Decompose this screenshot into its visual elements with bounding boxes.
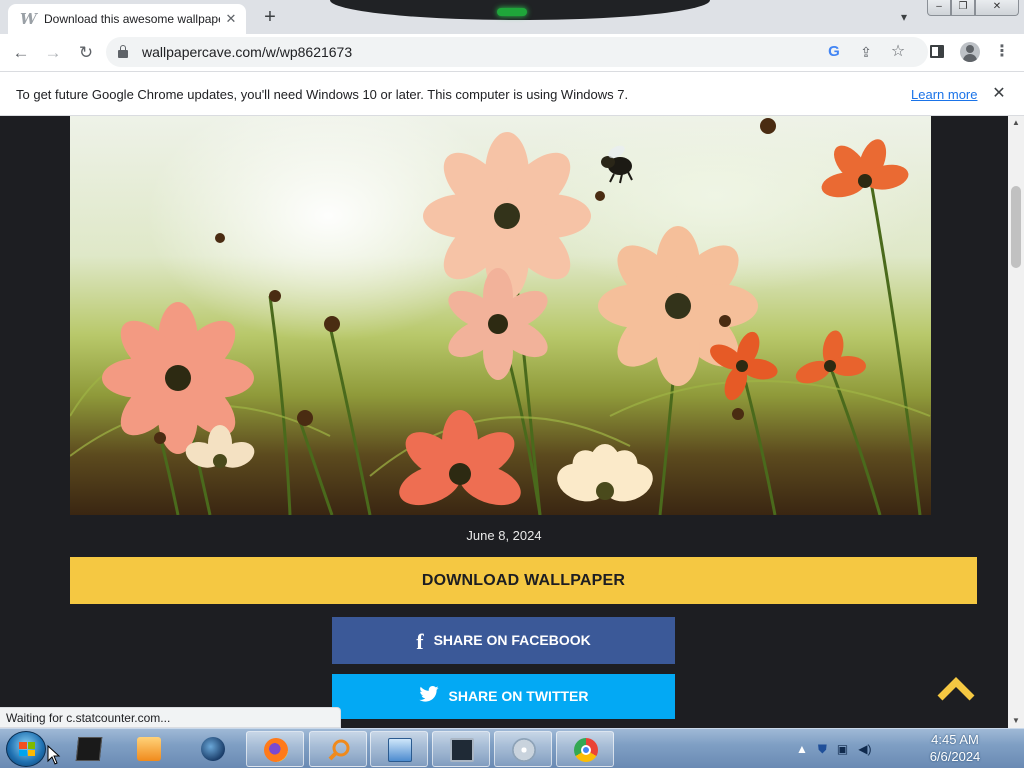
terminal-icon [75,737,103,761]
profile-avatar-icon[interactable] [960,42,980,62]
side-panel-icon[interactable] [930,45,944,58]
twitter-bird-icon [418,675,439,720]
taskbar-app-cd-player[interactable] [494,731,552,767]
network-icon[interactable]: ▣ [837,742,848,756]
minimize-button[interactable]: ‒ [927,0,951,16]
browser-toolbar: ← → ↻ wallpapercave.com/w/wp8621673 G ⇪ … [0,34,1024,71]
wallpapercave-favicon-icon: W [20,10,37,28]
google-lens-icon[interactable]: G [824,42,844,62]
bee [601,145,633,184]
scroll-down-arrow-icon[interactable]: ▼ [1008,714,1024,728]
download-wallpaper-button[interactable]: DOWNLOAD WALLPAPER [70,557,977,604]
update-infobar: To get future Google Chrome updates, you… [0,71,1024,116]
taskbar-app-terminal[interactable] [60,731,118,767]
mouse-cursor-icon [47,745,61,765]
security-shield-icon[interactable]: ⛊ [818,742,827,757]
new-tab-button[interactable]: + [258,6,282,28]
learn-more-link[interactable]: Learn more [911,87,977,102]
window-controls: ‒ ❐ ✕ [927,0,1019,18]
clock-date: 6/6/2024 [929,749,981,764]
chrome-menu-icon[interactable]: ⋮ [991,41,1013,63]
upload-date: June 8, 2024 [466,528,542,543]
window-close-button[interactable]: ✕ [975,0,1019,16]
tab-strip: W Download this awesome wallpaper ✕ + ▾ … [0,0,1024,34]
share-facebook-button[interactable]: f SHARE ON FACEBOOK [332,617,675,664]
media-player-icon [137,737,161,761]
taskbar-app-search[interactable] [309,731,367,767]
globe-icon [201,737,225,761]
restore-button[interactable]: ❐ [951,0,975,16]
taskbar-app-system-properties[interactable] [370,731,428,767]
taskbar-app-media-player[interactable] [120,731,178,767]
taskbar-app-screen[interactable] [432,731,490,767]
firefox-icon [264,738,288,762]
cd-player-icon [512,738,536,762]
bookmark-star-icon[interactable]: ☆ [888,42,908,62]
taskbar-app-chrome[interactable] [556,731,614,767]
status-bubble: Waiting for c.statcounter.com... [0,707,342,728]
tab-title: Download this awesome wallpaper [44,12,220,26]
cosmos-flowers-illustration [70,118,931,515]
tab-close-icon[interactable]: ✕ [222,10,240,28]
scrollbar-thumb[interactable] [1011,186,1021,268]
share-facebook-label: SHARE ON FACEBOOK [433,632,591,648]
computer-icon [388,738,412,762]
infobar-message: To get future Google Chrome updates, you… [16,87,629,102]
volume-icon[interactable]: ◀) [858,742,871,756]
back-arrow-icon[interactable]: ← [8,40,34,66]
infobar-close-icon[interactable]: ✕ [989,84,1009,104]
address-bar[interactable]: wallpapercave.com/w/wp8621673 G ⇪ ☆ [106,37,928,67]
tab-search-chevron-icon[interactable]: ▾ [894,8,914,26]
reload-icon[interactable]: ↻ [73,40,99,66]
monitor-icon [450,738,474,762]
windows-logo-icon [19,742,35,756]
lock-icon[interactable] [118,45,128,58]
system-tray: ▲ ⛊ ▣ ◀) [796,739,871,759]
taskbar: ▲ ⛊ ▣ ◀) 4:45 AM 6/6/2024 [0,728,1024,768]
scroll-up-arrow-icon[interactable]: ▲ [1008,116,1024,130]
clock-time: 4:45 AM [931,732,979,747]
url-text[interactable]: wallpapercave.com/w/wp8621673 [142,44,352,60]
facebook-icon: f [416,628,424,654]
share-twitter-button[interactable]: SHARE ON TWITTER [332,674,675,719]
wallpaper-image[interactable] [70,116,931,515]
scroll-to-top-icon[interactable] [936,676,976,702]
taskbar-app-globe[interactable] [184,731,242,767]
webcam-led [497,8,527,16]
taskbar-clock[interactable]: 4:45 AM 6/6/2024 [900,731,1010,765]
start-button[interactable] [6,731,46,767]
page-content: June 8, 2024 DOWNLOAD WALLPAPER f SHARE O… [0,116,1008,728]
forward-arrow-icon[interactable]: → [40,40,66,66]
share-twitter-label: SHARE ON TWITTER [448,688,589,704]
taskbar-app-firefox[interactable] [246,731,304,767]
magnifier-icon [327,738,351,762]
browser-tab[interactable]: W Download this awesome wallpaper ✕ [8,4,246,34]
chrome-icon [574,738,598,762]
share-icon[interactable]: ⇪ [856,42,876,62]
page-scrollbar[interactable]: ▲ ▼ [1008,116,1024,728]
show-hidden-icons-chevron-icon[interactable]: ▲ [796,742,808,756]
